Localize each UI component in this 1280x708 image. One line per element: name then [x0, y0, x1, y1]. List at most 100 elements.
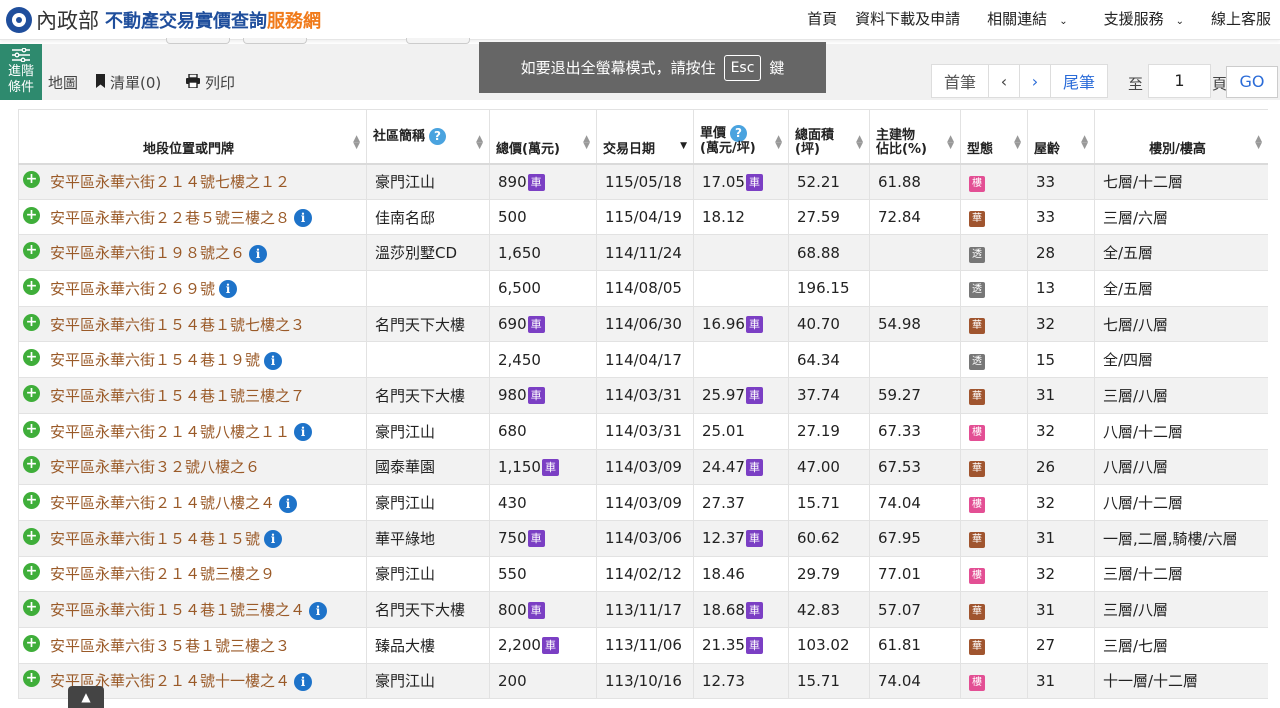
col-header-unit-price[interactable]: 單價? (萬元/坪) ▲ ▼ — [693, 109, 789, 165]
help-icon[interactable]: ? — [429, 127, 447, 145]
table-row[interactable]: + 安平區永華六街２１４號八樓之４ i 豪門江山 430 114/03/09 27.37 15… — [18, 484, 1268, 521]
advanced-filter-button[interactable]: 進階條件 — [0, 44, 42, 100]
expand-plus-icon[interactable]: + — [23, 171, 40, 189]
logo-accent-text: 服務網 — [267, 11, 321, 32]
address-text[interactable]: 安平區永華六街１５４巷１號三樓之７ — [50, 387, 305, 405]
expand-plus-icon[interactable]: + — [23, 634, 40, 652]
address-text[interactable]: 安平區永華六街２２巷５號三樓之８ — [50, 209, 290, 227]
expand-plus-icon[interactable]: + — [23, 527, 40, 545]
col-header-total-price[interactable]: 總價(萬元) ▲ ▼ — [489, 109, 597, 165]
site-logo[interactable]: 內政部 不動產交易實價查詢 服務網 — [6, 5, 321, 35]
table-row[interactable]: + 安平區永華六街２１４號十一樓之４ i 豪門江山 200 113/10/16 12.73 1… — [18, 663, 1268, 700]
address-text[interactable]: 安平區永華六街２１４號七樓之１２ — [50, 173, 290, 191]
map-view-tab[interactable]: 地圖 — [48, 72, 78, 93]
cell-address[interactable]: + 安平區永華六街１９８號之６ i — [18, 234, 367, 272]
table-row[interactable]: + 安平區永華六街１５４巷１號七樓之３ 名門天下大樓 690 車 114/06/30 16.… — [18, 306, 1268, 343]
table-row[interactable]: + 安平區永華六街２１４號八樓之１１ i 豪門江山 680 114/03/31 25.01 2… — [18, 413, 1268, 450]
col-header-address[interactable]: 地段位置或門牌 ▲ ▼ — [18, 109, 367, 165]
list-button[interactable]: 清單(0) — [95, 72, 161, 93]
expand-plus-icon[interactable]: + — [23, 349, 40, 367]
cell-address[interactable]: + 安平區永華六街１５４巷１號七樓之３ — [18, 306, 367, 343]
nav-online-service[interactable]: 線上客服 — [1211, 8, 1271, 29]
col-header-area[interactable]: 總面積 (坪) ▲ ▼ — [788, 109, 870, 165]
info-icon[interactable]: i — [294, 209, 313, 228]
col-header-main-ratio[interactable]: 主建物 佔比(%) ▲ ▼ — [869, 109, 961, 165]
cell-address[interactable]: + 安平區永華六街３２號八樓之６ — [18, 449, 367, 486]
table-row[interactable]: + 安平區永華六街２６９號 i 6,500 114/08/05 196.15 透 13 全/五層 — [18, 270, 1268, 307]
address-text[interactable]: 安平區永華六街２１４號八樓之４ — [50, 494, 275, 512]
table-row[interactable]: + 安平區永華六街１５４巷１號三樓之４ i 名門天下大樓 800 車 113/11/17 18… — [18, 591, 1268, 628]
table-row[interactable]: + 安平區永華六街１５４巷１５號 i 華平綠地 750 車 114/03/06 12.37 車 6… — [18, 520, 1268, 557]
scroll-top-button[interactable]: ▲ — [68, 686, 104, 708]
cell-address[interactable]: + 安平區永華六街３５巷１號三樓之３ — [18, 627, 367, 664]
nav-home[interactable]: 首頁 — [807, 8, 837, 29]
expand-plus-icon[interactable]: + — [23, 563, 40, 581]
table-row[interactable]: + 安平區永華六街２１４號七樓之１２ 豪門江山 890 車 115/05/18 17.05 車… — [18, 163, 1268, 200]
cell-address[interactable]: + 安平區永華六街１５４巷１號三樓之４ i — [18, 591, 367, 628]
address-text[interactable]: 安平區永華六街３５巷１號三樓之３ — [50, 637, 290, 655]
table-row[interactable]: + 安平區永華六街２１４號三樓之９ 豪門江山 550 114/02/12 18.46 29.… — [18, 556, 1268, 593]
table-row[interactable]: + 安平區永華六街３２號八樓之６ 國泰華園 1,150 車 114/03/09 24.47 車… — [18, 449, 1268, 486]
address-text[interactable]: 安平區永華六街２６９號 — [50, 280, 215, 298]
table-row[interactable]: + 安平區永華六街１９８號之６ i 溫莎別墅CD 1,650 114/11/24 68.88… — [18, 234, 1268, 272]
cell-address[interactable]: + 安平區永華六街１５４巷１號三樓之７ — [18, 377, 367, 414]
cell-address[interactable]: + 安平區永華六街２１４號八樓之４ i — [18, 484, 367, 521]
col-header-age[interactable]: 屋齡 ▲ ▼ — [1027, 109, 1095, 165]
address-text[interactable]: 安平區永華六街１５４巷１號三樓之４ — [50, 601, 305, 619]
address-text[interactable]: 安平區永華六街３２號八樓之６ — [50, 458, 260, 476]
help-icon[interactable]: ? — [730, 124, 748, 142]
info-icon[interactable]: i — [219, 280, 238, 299]
cell-address[interactable]: + 安平區永華六街２１４號三樓之９ — [18, 556, 367, 593]
table-row[interactable]: + 安平區永華六街２２巷５號三樓之８ i 佳南名邸 500 115/04/19 18.12 2… — [18, 199, 1268, 236]
expand-plus-icon[interactable]: + — [23, 599, 40, 617]
table-row[interactable]: + 安平區永華六街１５４巷１號三樓之７ 名門天下大樓 980 車 114/03/31 25.… — [18, 377, 1268, 414]
info-icon[interactable]: i — [249, 244, 268, 263]
cell-address[interactable]: + 安平區永華六街１５４巷１９號 i — [18, 341, 367, 379]
expand-plus-icon[interactable]: + — [23, 242, 40, 260]
expand-plus-icon[interactable]: + — [23, 206, 40, 224]
last-page-button[interactable]: 尾筆 — [1050, 64, 1108, 98]
table-row[interactable]: + 安平區永華六街３５巷１號三樓之３ 臻品大樓 2,200 車 113/11/06 21.3… — [18, 627, 1268, 664]
cell-address[interactable]: + 安平區永華六街２１４號七樓之１２ — [18, 163, 367, 200]
page-number-input[interactable]: 1 — [1148, 64, 1211, 98]
expand-plus-icon[interactable]: + — [23, 492, 40, 510]
info-icon[interactable]: i — [309, 601, 328, 620]
col-floor-label: 樓別/樓高 — [1149, 141, 1206, 157]
col-header-floor[interactable]: 樓別/樓高 ▲ ▼ — [1094, 109, 1268, 165]
prev-page-button[interactable]: ‹ — [988, 64, 1020, 98]
cell-address[interactable]: + 安平區永華六街２１４號八樓之１１ i — [18, 413, 367, 450]
nav-links[interactable]: 相關連結 ⌄ — [978, 8, 1076, 29]
col-header-type[interactable]: 型態 ▲ ▼ — [960, 109, 1028, 165]
address-text[interactable]: 安平區永華六街１５４巷１５號 — [50, 530, 260, 548]
address-text[interactable]: 安平區永華六街１５４巷１９號 — [50, 351, 260, 369]
col-header-community[interactable]: 社區簡稱? ▲ ▼ — [366, 109, 490, 165]
print-button[interactable]: 列印 — [185, 72, 235, 93]
go-button[interactable]: GO — [1226, 66, 1278, 98]
expand-plus-icon[interactable]: + — [23, 313, 40, 331]
next-page-button[interactable]: › — [1019, 64, 1051, 98]
table-row[interactable]: + 安平區永華六街１５４巷１９號 i 2,450 114/04/17 64.34 透 15 全/… — [18, 341, 1268, 379]
info-icon[interactable]: i — [279, 494, 298, 513]
nav-support[interactable]: 支援服務 ⌄ — [1095, 8, 1193, 29]
cell-address[interactable]: + 安平區永華六街２６９號 i — [18, 270, 367, 307]
first-page-button[interactable]: 首筆 — [931, 64, 989, 98]
expand-plus-icon[interactable]: + — [23, 420, 40, 438]
chevron-up-icon: ▲ — [81, 690, 91, 704]
address-text[interactable]: 安平區永華六街２１４號八樓之１１ — [50, 423, 290, 441]
info-icon[interactable]: i — [264, 351, 283, 370]
cell-address[interactable]: + 安平區永華六街２２巷５號三樓之８ i — [18, 199, 367, 236]
nav-download[interactable]: 資料下載及申請 — [855, 8, 960, 29]
parking-badge: 車 — [527, 387, 545, 405]
expand-plus-icon[interactable]: + — [23, 277, 40, 295]
cell-address[interactable]: + 安平區永華六街１５４巷１５號 i — [18, 520, 367, 557]
info-icon[interactable]: i — [294, 672, 313, 691]
info-icon[interactable]: i — [294, 423, 313, 442]
expand-plus-icon[interactable]: + — [23, 670, 40, 688]
address-text[interactable]: 安平區永華六街１９８號之６ — [50, 244, 245, 262]
expand-plus-icon[interactable]: + — [23, 384, 40, 402]
info-icon[interactable]: i — [264, 530, 283, 549]
expand-plus-icon[interactable]: + — [23, 456, 40, 474]
address-text[interactable]: 安平區永華六街１５４巷１號七樓之３ — [50, 316, 305, 334]
col-header-date[interactable]: 交易日期 ▼ — [596, 109, 694, 165]
address-text[interactable]: 安平區永華六街２１４號三樓之９ — [50, 565, 275, 583]
